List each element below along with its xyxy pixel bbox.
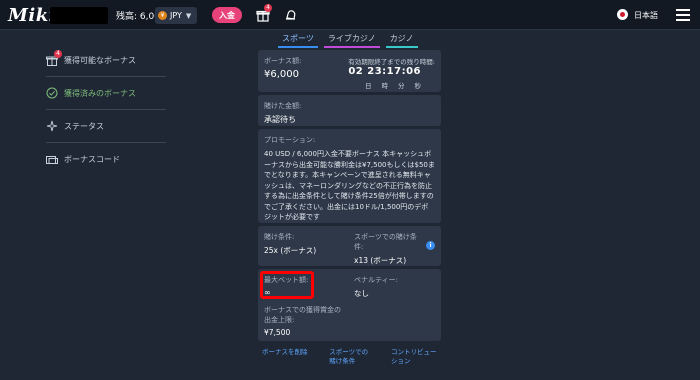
bonus-amount-card: ボーナス額: ¥6,000 有効期限終了までの残り時間: 02 23:17:06… <box>258 50 441 92</box>
top-bar: Miki 残高: 6,000 ¥ JPY ▼ 入金 4 日本語 <box>0 0 700 30</box>
product-tabs: スポーツ ライブカジノ カジノ <box>278 33 418 48</box>
wager-condition-value: 25x (ボーナス) <box>264 246 317 255</box>
timer-unit-minutes: 分 <box>398 82 405 90</box>
notifications-button[interactable] <box>284 7 298 21</box>
bonus-actions: ボーナスを削除 スポーツでの賭け条件 コントリビューション <box>258 344 441 366</box>
withdrawal-cap-label: ボーナスでの獲得賞金の出金上限: <box>264 306 341 324</box>
promotion-label: プロモーション: <box>264 136 316 144</box>
check-circle-icon <box>46 87 58 99</box>
sports-wager-condition-value: x13 (ボーナス) <box>354 256 407 265</box>
sidebar-badge: 4 <box>54 50 62 58</box>
limits-card: 最大ベット額: ∞ ペナルティー: なし ボーナスでの獲得賞金の出金上限: ¥7… <box>258 269 441 341</box>
expiry-timer: 02 23:17:06 <box>348 66 421 77</box>
language-label[interactable]: 日本語 <box>634 10 658 21</box>
bonus-detail-panel: ボーナス額: ¥6,000 有効期限終了までの残り時間: 02 23:17:06… <box>258 50 441 366</box>
sidebar-item-bonus-code[interactable]: ボーナスコード <box>46 143 166 176</box>
japan-flag-icon[interactable] <box>617 9 628 20</box>
sidebar-item-label: ステータス <box>64 121 104 131</box>
tab-live-casino[interactable]: ライブカジノ <box>323 33 380 48</box>
hamburger-menu-icon[interactable] <box>676 9 690 21</box>
withdrawal-cap: ボーナスでの獲得賞金の出金上限: ¥7,500 <box>264 305 344 337</box>
sidebar-item-available-bonuses[interactable]: 4 獲得可能なボーナス <box>46 44 166 77</box>
wagered-card: 賭けた金額: 承認待ち <box>258 95 441 126</box>
wagered-label: 賭けた金額: <box>264 102 302 110</box>
timer-unit-days: 日 <box>365 82 372 90</box>
username-redacted <box>50 7 108 24</box>
sidebar-item-label: 獲得済みのボーナス <box>64 88 136 98</box>
deposit-button[interactable]: 入金 <box>212 7 242 23</box>
sidebar-item-status[interactable]: ステータス <box>46 110 166 143</box>
logo[interactable]: Miki <box>8 5 56 26</box>
wagered-value: 承認待ち <box>264 115 296 124</box>
timer-unit-seconds: 秒 <box>414 82 422 90</box>
sparkle-icon <box>46 120 58 132</box>
sidebar: 4 獲得可能なボーナス 獲得済みのボーナス ステータス ボーナスコード <box>46 44 166 176</box>
delete-bonus-link[interactable]: ボーナスを削除 <box>262 348 308 366</box>
sidebar-item-claimed-bonuses[interactable]: 獲得済みのボーナス <box>46 77 166 110</box>
tab-sports[interactable]: スポーツ <box>278 33 318 48</box>
sidebar-item-label: 獲得可能なボーナス <box>64 55 136 65</box>
info-icon[interactable]: i <box>426 241 435 250</box>
gift-icon: 4 <box>46 50 62 66</box>
sports-wager-condition-label: スポーツでの賭け条件: <box>354 233 417 251</box>
currency-label: JPY <box>170 11 182 20</box>
chevron-down-icon: ▼ <box>185 11 192 20</box>
sports-wager-terms-link[interactable]: スポーツでの賭け条件 <box>329 348 369 366</box>
withdrawal-cap-value: ¥7,500 <box>264 328 291 337</box>
max-bet: 最大ベット額: ∞ <box>264 275 308 297</box>
sports-wager-condition: スポーツでの賭け条件: x13 (ボーナス) <box>354 232 426 266</box>
coin-icon: ¥ <box>158 11 167 20</box>
max-bet-value: ∞ <box>264 288 271 297</box>
penalty: ペナルティー: なし <box>354 275 398 299</box>
gift-badge: 4 <box>264 4 272 12</box>
penalty-label: ペナルティー: <box>354 276 398 284</box>
bell-icon <box>286 10 296 20</box>
gift-button[interactable]: 4 <box>256 4 272 22</box>
wager-conditions-card: 賭け条件: 25x (ボーナス) スポーツでの賭け条件: x13 (ボーナス) … <box>258 226 441 266</box>
sidebar-item-label: ボーナスコード <box>64 155 120 164</box>
penalty-value: なし <box>354 289 369 298</box>
max-bet-label: 最大ベット額: <box>264 276 309 284</box>
currency-select[interactable]: ¥ JPY ▼ <box>155 7 197 24</box>
tab-casino[interactable]: カジノ <box>385 33 418 48</box>
wager-condition-label: 賭け条件: <box>264 233 295 241</box>
expiry-label: 有効期限終了までの残り時間: <box>348 58 435 66</box>
timer-unit-hours: 時 <box>381 82 389 90</box>
wager-condition: 賭け条件: 25x (ボーナス) <box>264 232 316 256</box>
promotion-card: プロモーション: 40 USD / 6,000円入金不要ボーナス 本キャッシュボ… <box>258 129 441 223</box>
coupon-icon <box>46 154 58 166</box>
contribution-link[interactable]: コントリビューション <box>391 348 439 366</box>
timer-units: 日 時 分 秒 <box>365 80 421 90</box>
promotion-text: 40 USD / 6,000円入金不要ボーナス 本キャッシュボーナスから出金可能… <box>264 150 435 221</box>
